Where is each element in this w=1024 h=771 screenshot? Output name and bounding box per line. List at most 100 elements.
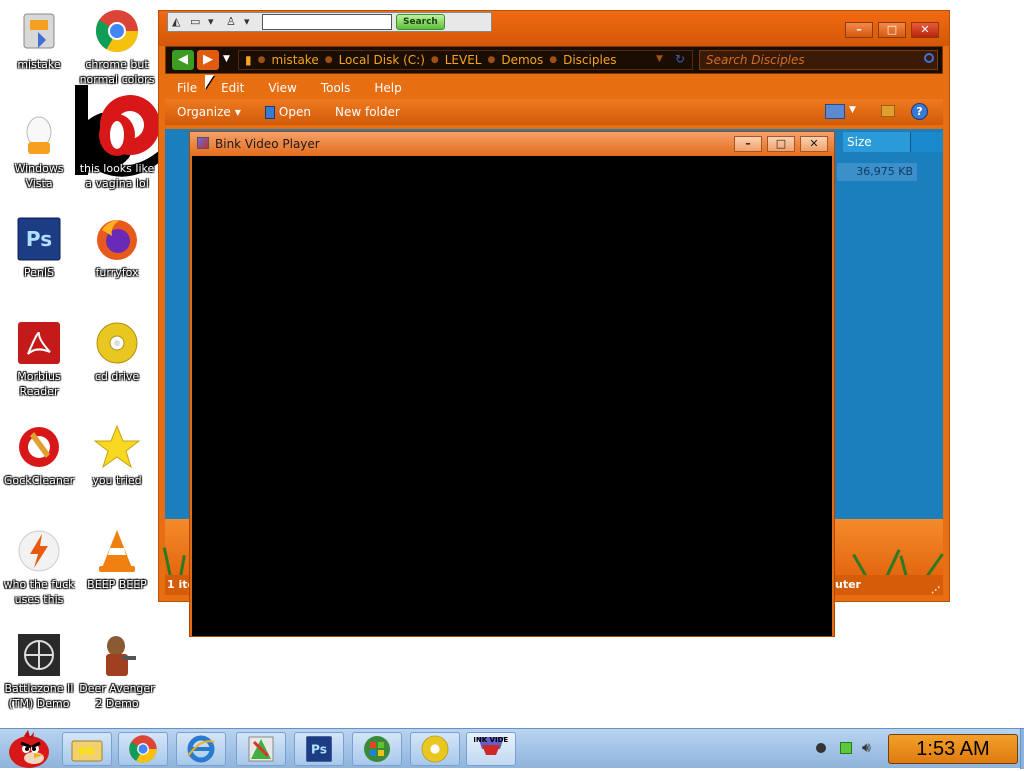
chrome-icon: [129, 735, 157, 763]
taskbar-cd-drive[interactable]: [410, 732, 460, 766]
battlezone-icon: [16, 632, 62, 678]
menu-edit[interactable]: Edit: [209, 77, 256, 99]
menu-view[interactable]: View: [256, 77, 308, 99]
organize-button[interactable]: Organize ▼: [165, 105, 253, 119]
mini-search-input[interactable]: [262, 14, 392, 30]
desktop-icon-label: Battlezone II (TM) Demo: [4, 682, 74, 710]
show-desktop-button[interactable]: [1020, 729, 1024, 769]
explorer-titlebar[interactable]: ◭ ▭ ▾ ♙ ▾ Search – □ ✕: [159, 11, 949, 46]
open-button[interactable]: Open: [253, 105, 323, 119]
tray-dot-icon[interactable]: [816, 743, 826, 753]
system-tray: 🔊︎ 1:53 AM: [806, 729, 1024, 769]
desktop-icon-windows-vista[interactable]: Windows Vista: [0, 112, 78, 191]
clock[interactable]: 1:53 AM: [888, 734, 1018, 764]
preview-pane-icon[interactable]: [881, 105, 895, 117]
chrome-icon: [94, 8, 140, 54]
internet-explorer-icon: [187, 735, 215, 763]
taskbar-windows[interactable]: [352, 732, 402, 766]
help-icon[interactable]: ?: [911, 103, 928, 120]
change-view-button[interactable]: [825, 104, 845, 119]
maximize-button[interactable]: □: [878, 22, 906, 38]
firefox-icon: [94, 216, 140, 262]
svg-text:Ps: Ps: [26, 227, 52, 251]
dropdown-icon[interactable]: ▾: [208, 16, 222, 28]
triangle-icon[interactable]: ◭: [172, 16, 186, 28]
video-viewport[interactable]: [192, 156, 832, 636]
angry-bird-icon: [9, 730, 49, 768]
windows-orb-icon: [364, 736, 390, 762]
new-folder-button[interactable]: New folder: [323, 105, 412, 119]
column-header-size[interactable]: Size: [843, 132, 911, 152]
desktop-icon-battlezone[interactable]: Battlezone II (TM) Demo: [0, 632, 78, 711]
taskbar-bink-video[interactable]: BINK VIDEO: [466, 732, 516, 766]
new-folder-label: New folder: [334, 105, 400, 119]
volume-icon[interactable]: 🔊︎: [862, 740, 871, 756]
taskbar-chrome[interactable]: [118, 732, 168, 766]
search-input[interactable]: Search Disciples: [699, 50, 938, 70]
desktop-icon-chrome-normal[interactable]: chrome but normal colors: [78, 8, 156, 87]
bink-video-icon: BINK VIDEO: [474, 736, 508, 755]
chevron-down-icon[interactable]: ▼: [849, 105, 856, 115]
status-location: uter: [835, 578, 861, 591]
network-icon[interactable]: [840, 742, 852, 754]
desktop-icon-who-uses-this[interactable]: who the fuck uses this: [0, 528, 78, 607]
desktop-icon-gockcleaner[interactable]: GockCleaner: [0, 424, 78, 488]
bink-video-player-window[interactable]: Bink Video Player – □ ✕: [189, 131, 835, 637]
person-icon[interactable]: ♙: [226, 16, 240, 28]
desktop-icon-penis[interactable]: Ps PenIS: [0, 216, 78, 280]
star-icon: [93, 424, 141, 470]
mouse-cursor: [205, 75, 214, 89]
cd-icon: [421, 735, 449, 763]
resize-grip-icon[interactable]: ⋰: [931, 581, 940, 601]
menu-file[interactable]: File: [165, 77, 209, 99]
close-button[interactable]: ✕: [911, 22, 939, 38]
forward-button[interactable]: ▶: [197, 50, 219, 70]
desktop-icon-mistake[interactable]: mistake: [0, 8, 78, 72]
breadcrumb-demos[interactable]: Demos: [501, 53, 543, 67]
start-button[interactable]: [2, 727, 56, 771]
mini-toolbar: ◭ ▭ ▾ ♙ ▾ Search: [167, 12, 492, 32]
desktop-icon-cd-drive[interactable]: cd drive: [78, 320, 156, 384]
breadcrumb-separator: ●: [324, 55, 333, 65]
taskbar-photoshop[interactable]: Ps: [294, 732, 344, 766]
minimize-button[interactable]: –: [734, 136, 762, 152]
monitor-icon[interactable]: ▭: [190, 16, 204, 28]
bink-titlebar[interactable]: Bink Video Player – □ ✕: [190, 132, 834, 156]
breadcrumb-disciples[interactable]: Disciples: [563, 53, 616, 67]
taskbar-internet-explorer[interactable]: [176, 732, 226, 766]
taskbar-paint[interactable]: [236, 732, 286, 766]
breadcrumb-separator: ●: [549, 55, 558, 65]
cleaner-icon: [16, 424, 62, 470]
open-label: Open: [278, 105, 311, 119]
mini-search-button[interactable]: Search: [396, 14, 445, 30]
taskbar-explorer[interactable]: [62, 732, 112, 766]
menu-tools[interactable]: Tools: [309, 77, 363, 99]
address-dropdown-icon[interactable]: ▼: [656, 54, 663, 64]
dropdown-icon[interactable]: ▾: [244, 16, 258, 28]
desktop-icon-you-tried[interactable]: you tried: [78, 424, 156, 488]
grass-blade: [885, 549, 901, 578]
breadcrumb-level[interactable]: LEVEL: [445, 53, 482, 67]
breadcrumb-local-disk[interactable]: Local Disk (C:): [339, 53, 425, 67]
desktop: mistake Windows Vista Ps PenIS Morbius R…: [0, 0, 1024, 728]
grass-blade: [179, 555, 186, 578]
desktop-icon-deer-avenger[interactable]: Deer Avenger 2 Demo: [78, 632, 156, 711]
address-bar[interactable]: ▮ ● mistake ● Local Disk (C:) ● LEVEL ● …: [238, 50, 693, 70]
column-header-extra[interactable]: [911, 132, 943, 152]
refresh-icon[interactable]: ↻: [675, 52, 685, 66]
minimize-button[interactable]: –: [845, 22, 873, 38]
desktop-icon-opera[interactable]: this looks like a vagina lol: [78, 112, 156, 191]
menu-help[interactable]: Help: [362, 77, 413, 99]
back-button[interactable]: ◀: [172, 50, 194, 70]
desktop-icon-label: Morbius Reader: [17, 370, 61, 398]
close-button[interactable]: ✕: [800, 136, 828, 152]
desktop-icon-morbius-reader[interactable]: Morbius Reader: [0, 320, 78, 399]
maximize-button[interactable]: □: [767, 136, 795, 152]
recent-pages-dropdown[interactable]: ▼: [223, 54, 230, 64]
taskbar: Ps BINK VIDEO 🔊︎ 1:53 AM: [0, 727, 1024, 771]
desktop-icon-furryfox[interactable]: furryfox: [78, 216, 156, 280]
desktop-icon-beep-beep[interactable]: BEEP BEEP: [78, 528, 156, 592]
search-icon[interactable]: [924, 53, 934, 63]
breadcrumb-mistake[interactable]: mistake: [271, 53, 318, 67]
bink-label: BINK VIDEO: [474, 736, 508, 744]
